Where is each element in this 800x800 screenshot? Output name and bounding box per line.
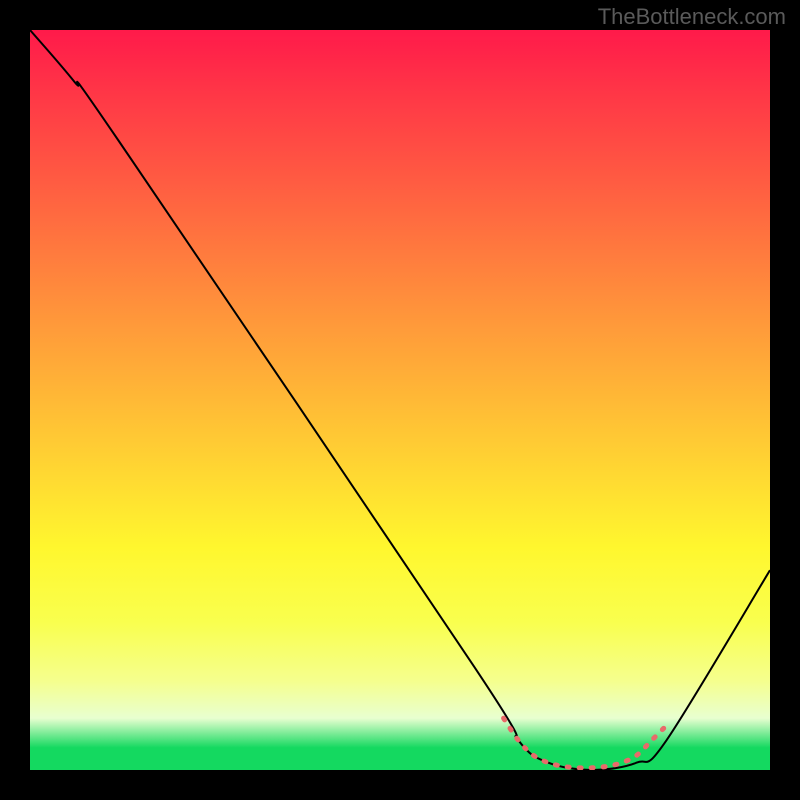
bottleneck-curve-line xyxy=(30,30,770,770)
chart-plot-area xyxy=(30,30,770,770)
optimal-zone-dots xyxy=(504,718,667,768)
chart-svg xyxy=(30,30,770,770)
watermark-text: TheBottleneck.com xyxy=(598,4,786,30)
